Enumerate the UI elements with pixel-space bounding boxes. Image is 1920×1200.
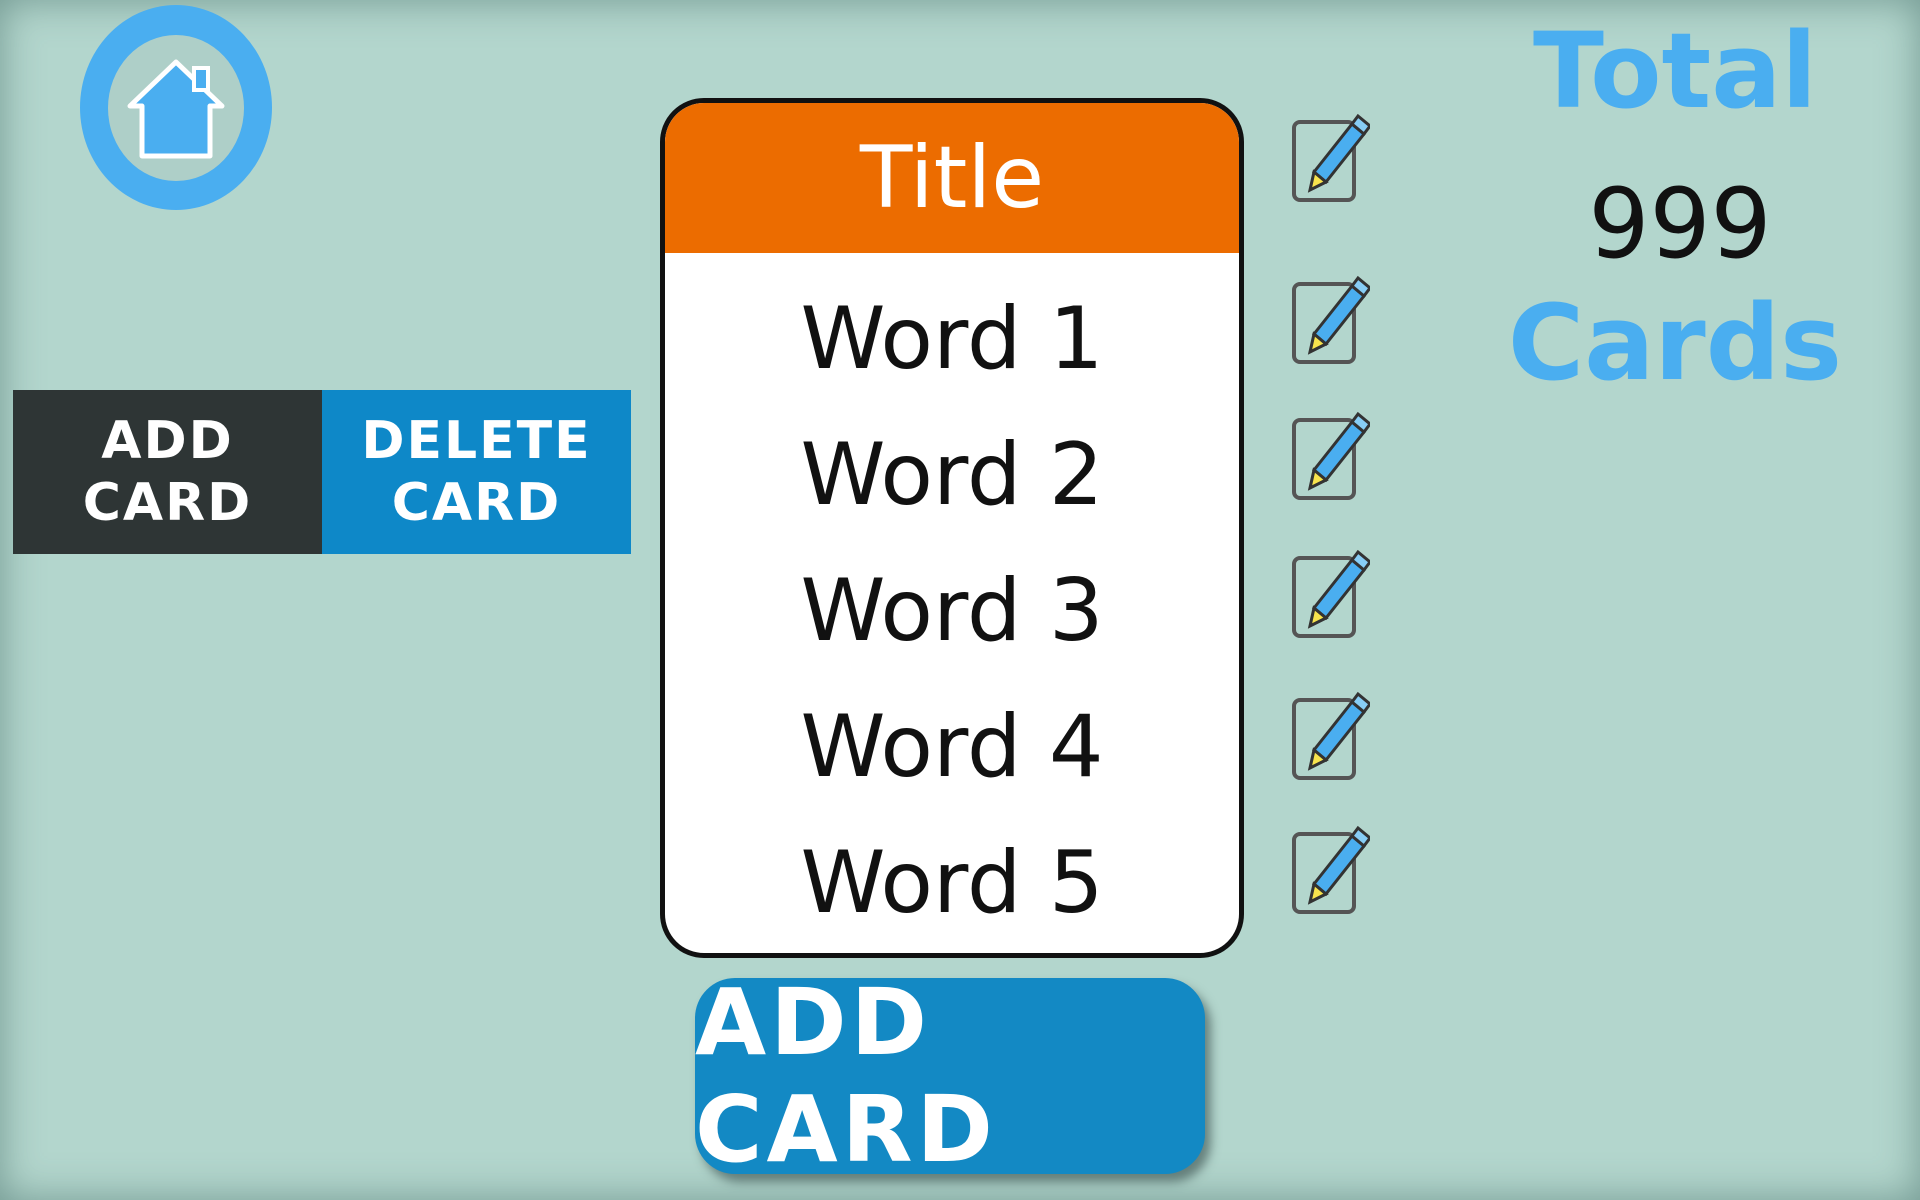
tab-delete-card[interactable]: DELETE CARD — [322, 390, 631, 554]
home-button-inner — [108, 34, 244, 181]
word-item[interactable]: Word 5 — [665, 815, 1239, 951]
home-button[interactable] — [80, 5, 272, 210]
word-card: Title Word 1 Word 2 Word 3 Word 4 Word 5 — [660, 98, 1244, 958]
edit-word-3-pencil-icon[interactable] — [1290, 546, 1370, 642]
total-count: 999 — [1588, 168, 1772, 280]
edit-word-5-pencil-icon[interactable] — [1290, 822, 1370, 918]
edit-word-4-pencil-icon[interactable] — [1290, 688, 1370, 784]
tab-delete-card-line1: DELETE — [361, 411, 592, 471]
cards-label: Cards — [1507, 282, 1843, 404]
word-item[interactable]: Word 4 — [665, 679, 1239, 815]
tab-add-card-line2: CARD — [82, 473, 253, 533]
card-title[interactable]: Title — [665, 103, 1239, 253]
home-icon — [127, 59, 225, 158]
edit-word-2-pencil-icon[interactable] — [1290, 408, 1370, 504]
add-card-button[interactable]: ADD CARD — [695, 969, 1205, 1183]
word-item[interactable]: Word 2 — [665, 407, 1239, 543]
word-list: Word 1 Word 2 Word 3 Word 4 Word 5 — [665, 253, 1239, 951]
edit-title-pencil-icon[interactable] — [1290, 110, 1370, 206]
word-item[interactable]: Word 1 — [665, 271, 1239, 407]
tab-add-card[interactable]: ADD CARD — [13, 390, 322, 554]
tab-delete-card-line2: CARD — [391, 473, 562, 533]
edit-word-1-pencil-icon[interactable] — [1290, 272, 1370, 368]
word-item[interactable]: Word 3 — [665, 543, 1239, 679]
total-label: Total — [1532, 10, 1818, 132]
tab-add-card-line1: ADD — [101, 411, 234, 471]
